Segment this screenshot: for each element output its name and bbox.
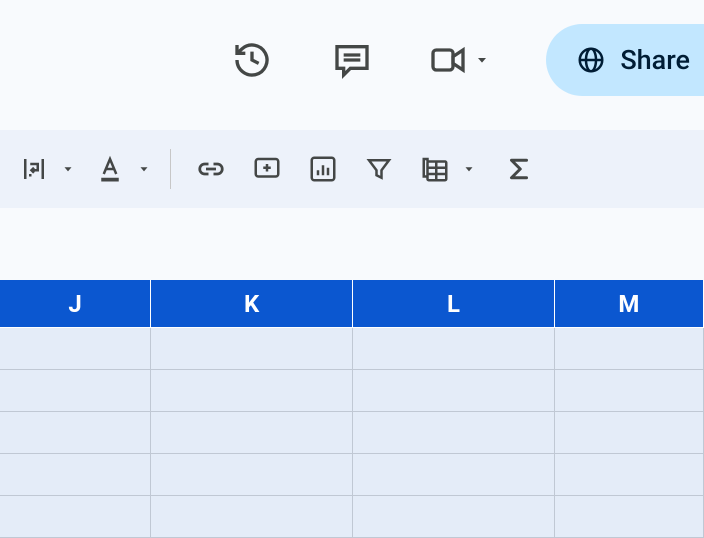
filter-button[interactable]: [355, 145, 403, 193]
cell[interactable]: [151, 328, 353, 370]
column-header[interactable]: J: [0, 280, 151, 328]
history-icon[interactable]: [228, 36, 276, 84]
table-row[interactable]: [0, 328, 704, 370]
text-color-icon: [95, 154, 125, 184]
chevron-down-icon[interactable]: [134, 162, 154, 176]
cell[interactable]: [555, 412, 704, 454]
cell[interactable]: [151, 370, 353, 412]
cell[interactable]: [0, 370, 151, 412]
title-bar-actions: Share: [0, 0, 704, 120]
video-icon: [428, 40, 468, 80]
share-label: Share: [620, 44, 690, 76]
insert-chart-button[interactable]: [299, 145, 347, 193]
text-wrap-icon: [19, 154, 49, 184]
add-comment-button[interactable]: [243, 145, 291, 193]
comments-icon[interactable]: [328, 36, 376, 84]
table-row[interactable]: [0, 454, 704, 496]
cell[interactable]: [353, 454, 555, 496]
table-row[interactable]: [0, 496, 704, 538]
table-view-tool[interactable]: [411, 145, 479, 193]
cell[interactable]: [0, 454, 151, 496]
cell[interactable]: [151, 496, 353, 538]
meet-button[interactable]: [428, 40, 490, 80]
cell[interactable]: [151, 412, 353, 454]
text-color-tool[interactable]: [86, 145, 154, 193]
sigma-icon: [504, 154, 534, 184]
table-row[interactable]: [0, 412, 704, 454]
column-header[interactable]: L: [353, 280, 555, 328]
cell[interactable]: [353, 370, 555, 412]
cell[interactable]: [0, 412, 151, 454]
insert-link-button[interactable]: [187, 145, 235, 193]
insert-chart-icon: [308, 154, 338, 184]
cell[interactable]: [0, 496, 151, 538]
column-headers: J K L M: [0, 280, 704, 328]
chevron-down-icon[interactable]: [58, 162, 78, 176]
cell[interactable]: [555, 454, 704, 496]
cell[interactable]: [555, 370, 704, 412]
column-header[interactable]: K: [151, 280, 353, 328]
text-wrap-tool[interactable]: [10, 145, 78, 193]
spreadsheet-grid[interactable]: J K L M: [0, 280, 704, 502]
table-view-icon: [420, 154, 450, 184]
rows: [0, 328, 704, 538]
cell[interactable]: [555, 328, 704, 370]
add-comment-icon: [252, 154, 282, 184]
share-button[interactable]: Share: [546, 24, 704, 96]
toolbar: [0, 130, 704, 208]
globe-icon: [576, 45, 606, 75]
separator: [170, 149, 171, 189]
chevron-down-icon: [474, 52, 490, 68]
cell[interactable]: [555, 496, 704, 538]
link-icon: [196, 154, 226, 184]
cell[interactable]: [353, 412, 555, 454]
functions-button[interactable]: [495, 145, 543, 193]
chevron-down-icon[interactable]: [459, 162, 479, 176]
column-header[interactable]: M: [555, 280, 704, 328]
table-row[interactable]: [0, 370, 704, 412]
cell[interactable]: [353, 496, 555, 538]
cell[interactable]: [0, 328, 151, 370]
filter-icon: [364, 154, 394, 184]
cell[interactable]: [353, 328, 555, 370]
cell[interactable]: [151, 454, 353, 496]
